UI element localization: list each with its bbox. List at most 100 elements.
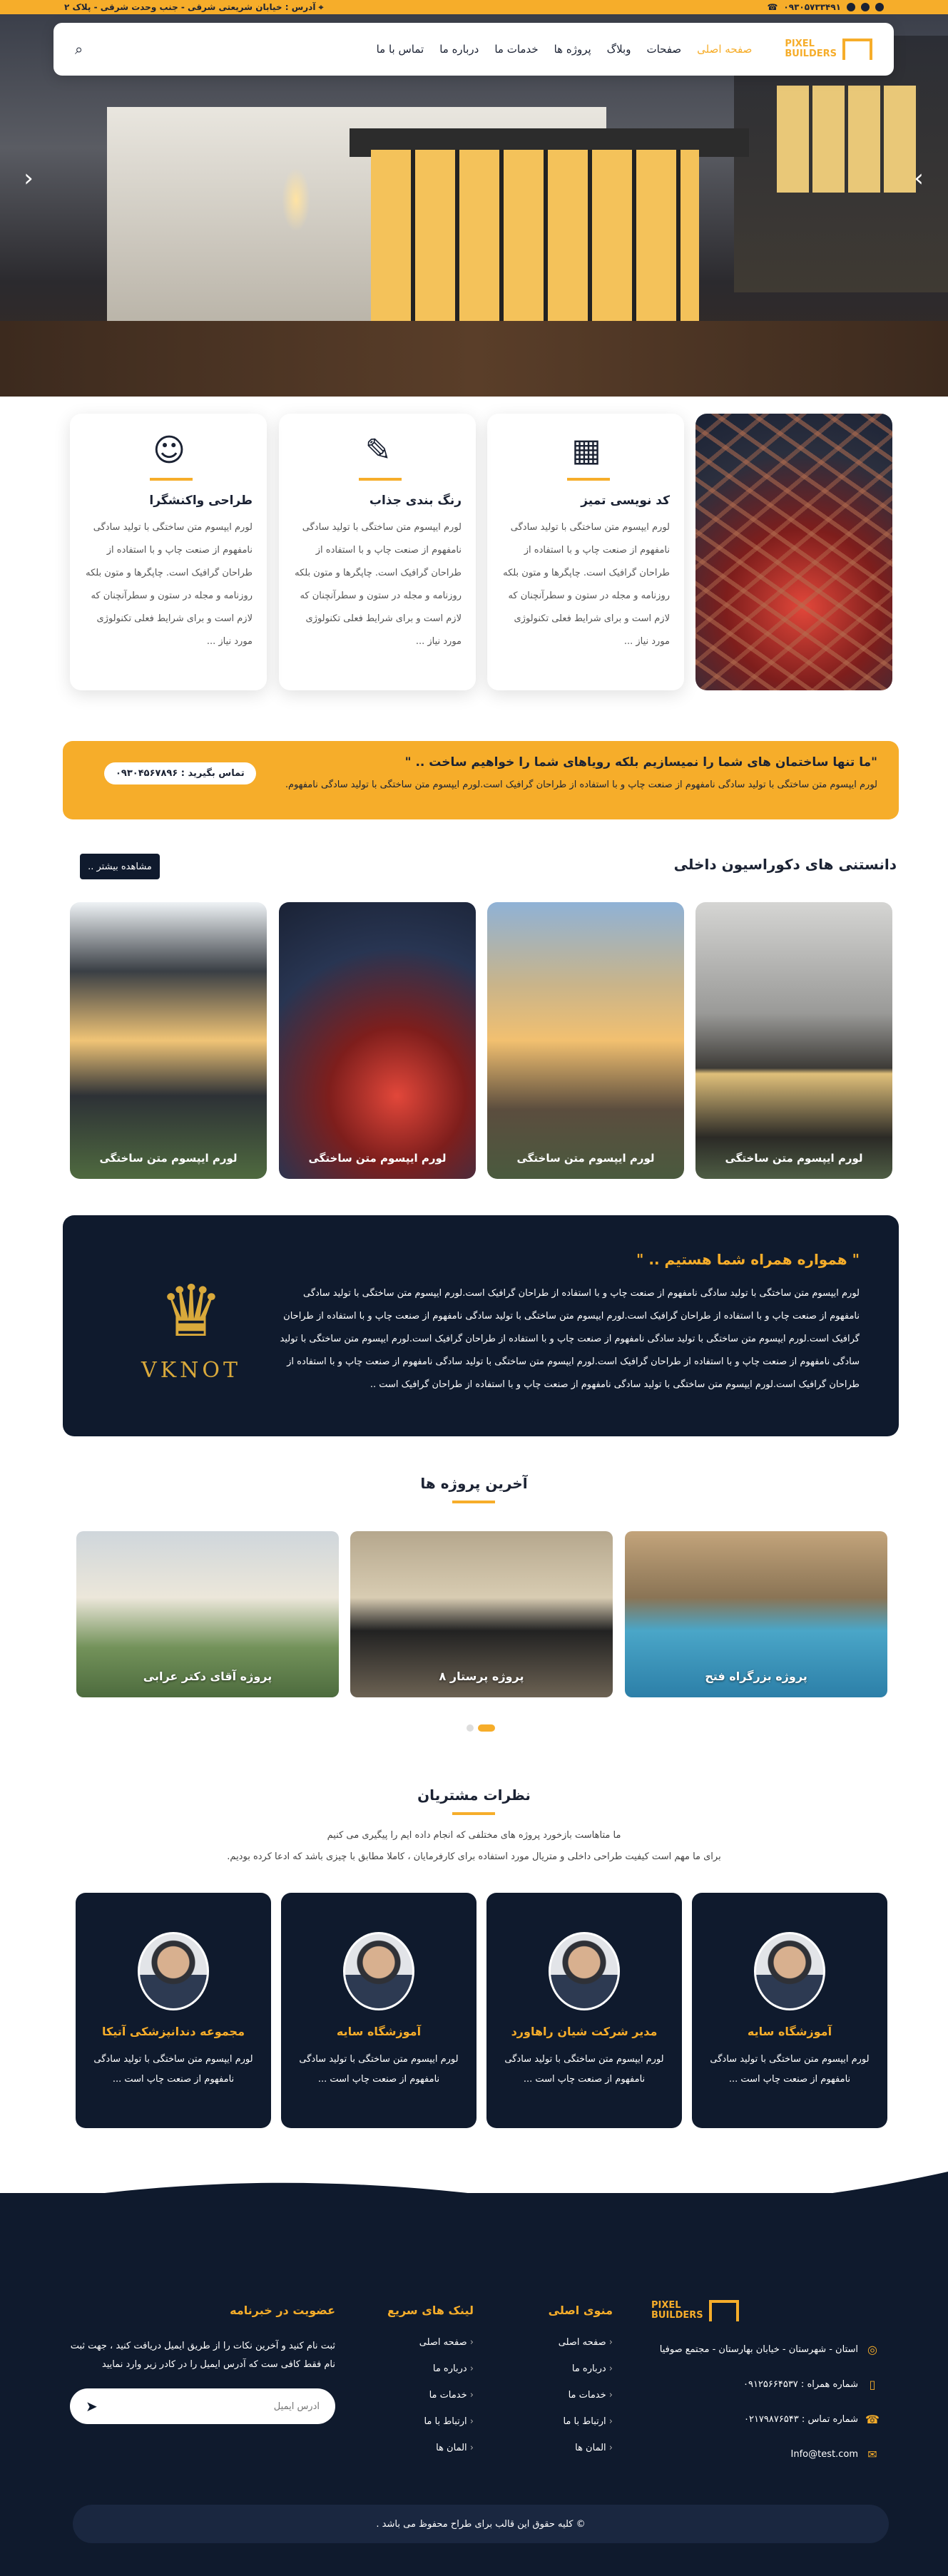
logo[interactable]: PIXEL BUILDERS [785, 39, 872, 60]
footer-link[interactable]: ارتباط با ما [499, 2416, 613, 2427]
accent-bar [452, 1812, 495, 1815]
gallery-card[interactable]: لورم ایپسوم متن ساختگی [279, 902, 476, 1179]
crest-icon: ♛ [159, 1269, 223, 1353]
testimonial-text: لورم ایپسوم متن ساختگی با تولید سادگی نا… [504, 2054, 664, 2085]
carousel-dot-active[interactable] [478, 1724, 495, 1732]
project-card[interactable]: پروژه بزرگراه فتح [625, 1531, 887, 1697]
vknot-logo: ♛ VKNOT [127, 1265, 255, 1386]
testimonial-name: آموزشگاه سایه [336, 2025, 422, 2038]
knowledge-title: دانستنی های دکوراسیون داخلی [673, 856, 897, 873]
nav-item-services[interactable]: خدمات ما [494, 43, 538, 56]
hero-prev-arrow-icon[interactable]: ‹ [14, 164, 43, 193]
logo-line1: PIXEL [651, 2300, 681, 2311]
cta-banner: "ما تنها ساختمان های شما را نمیسازیم بلک… [63, 741, 899, 819]
footer-link[interactable]: صفحه اصلی [499, 2337, 613, 2348]
testimonials-title: نظرات مشتریان [417, 1787, 531, 1804]
view-more-button[interactable]: مشاهده بیشتر .. [80, 854, 160, 879]
feature-title: طراحی واکنشگرا [149, 494, 253, 508]
hero-image-deck [0, 321, 948, 397]
gallery-caption: لورم ایپسوم متن ساختگی [516, 1152, 655, 1165]
newsletter-email-input[interactable] [97, 2401, 320, 2412]
footer-link[interactable]: المان ها [499, 2443, 613, 2453]
gallery-caption: لورم ایپسوم متن ساختگی [308, 1152, 447, 1165]
telegram-icon[interactable] [861, 3, 870, 11]
footer-email-text[interactable]: Info@test.com [791, 2449, 858, 2460]
feature-text: لورم ایپسوم متن ساختگی با تولید سادگی نا… [503, 522, 670, 647]
top-bar: ☎ ۰۹۳۰۵۷۳۳۴۹۱ ⌖ آدرس : خیابان شریعتی شرق… [0, 0, 948, 14]
paint-brush-icon: ✎ [365, 432, 392, 469]
footer-link[interactable]: صفحه اصلی [345, 2337, 474, 2348]
footer-address: ◎ استان - شهرستان - خیابان بهارستان - مجت… [651, 2343, 880, 2356]
footer-link[interactable]: ارتباط با ما [345, 2416, 474, 2427]
nav-item-home[interactable]: صفحه اصلی [697, 43, 752, 56]
accent-bar [150, 478, 193, 481]
project-caption: پروژه بزرگراه فتح [705, 1670, 807, 1683]
gallery-card[interactable]: لورم ایپسوم متن ساختگی [695, 902, 892, 1179]
avatar [754, 1932, 825, 2010]
feature-card: ☺ طراحی واکنشگرا لورم ایپسوم متن ساختگی … [70, 414, 267, 690]
gallery-card[interactable]: لورم ایپسوم متن ساختگی [70, 902, 267, 1179]
project-card[interactable]: پروژه آقای دکتر عرابی [76, 1531, 339, 1697]
footer-email: ✉ Info@test.com [651, 2448, 880, 2461]
gallery-caption: لورم ایپسوم متن ساختگی [725, 1152, 863, 1165]
whatsapp-icon[interactable] [875, 3, 884, 11]
phone-icon: ☎ [767, 2, 778, 12]
footer-link[interactable]: درباره ما [345, 2363, 474, 2374]
main-navbar: PIXEL BUILDERS صفحه اصلی صفحات وبلاگ پروژ… [53, 23, 894, 76]
footer-quick-title: لینک های سریع [387, 2304, 474, 2317]
footer-logo[interactable]: PIXEL BUILDERS [651, 2300, 880, 2321]
feature-image [695, 414, 892, 690]
testimonial-name: مدیر شرکت شیان راهاورد [511, 2025, 658, 2038]
testimonial-card: آموزشگاه سایه لورم ایپسوم متن ساختگی با … [281, 1893, 476, 2128]
testimonial-card: آموزشگاه سایه لورم ایپسوم متن ساختگی با … [692, 1893, 887, 2128]
search-icon[interactable]: ⌕ [75, 41, 83, 58]
hero-next-arrow-icon[interactable]: › [904, 164, 933, 193]
nav-item-about[interactable]: درباره ما [439, 43, 479, 56]
testimonial-card: مجموعه دندانپزشکی آتیکا لورم ایپسوم متن … [76, 1893, 271, 2128]
carousel-dots [467, 1724, 495, 1732]
project-card[interactable]: پروژه پرستار ۸ [350, 1531, 613, 1697]
hero-image-light [282, 168, 310, 232]
nav-item-contact[interactable]: تماس با ما [377, 43, 424, 56]
footer-link[interactable]: درباره ما [499, 2363, 613, 2374]
nav-item-blog[interactable]: وبلاگ [607, 43, 631, 56]
nav-menu: صفحه اصلی صفحات وبلاگ پروژه ها خدمات ما … [377, 43, 753, 56]
testimonial-text: لورم ایپسوم متن ساختگی با تولید سادگی نا… [710, 2054, 870, 2085]
footer-address-text: استان - شهرستان - خیابان بهارستان - مجتم… [659, 2344, 858, 2355]
logo-house-icon [708, 2300, 739, 2321]
call-button[interactable]: تماس بگیرید : ۰۹۳۰۴۵۶۷۸۹۶ [104, 762, 256, 784]
send-icon[interactable]: ➤ [86, 2398, 98, 2415]
nav-item-projects[interactable]: پروژه ها [554, 43, 591, 56]
carousel-dot[interactable] [467, 1724, 474, 1732]
footer-link[interactable]: خدمات ما [499, 2390, 613, 2401]
accent-bar [452, 1501, 495, 1503]
avatar [549, 1932, 620, 2010]
project-caption: پروژه آقای دکتر عرابی [143, 1670, 272, 1683]
copyright: © کلیه حقوق این قالب برای طراح محفوظ می … [73, 2505, 889, 2543]
avatar [138, 1932, 209, 2010]
hero-image-glass [371, 150, 699, 328]
logo-line1: PIXEL [785, 39, 815, 49]
testimonial-name: مجموعه دندانپزشکی آتیکا [102, 2025, 245, 2038]
vknot-wordmark: VKNOT [141, 1358, 241, 1383]
accent-bar [567, 478, 610, 481]
about-section: " همواره همراه شما هستیم .. " لورم ایپسو… [63, 1215, 899, 1436]
testimonial-text: لورم ایپسوم متن ساختگی با تولید سادگی نا… [299, 2054, 459, 2085]
phone-icon: ☎ [865, 2413, 880, 2426]
footer-link[interactable]: المان ها [345, 2443, 474, 2453]
topbar-contact: ☎ ۰۹۳۰۵۷۳۳۴۹۱ [767, 2, 884, 12]
hero-image-window [777, 86, 919, 193]
nav-item-pages[interactable]: صفحات [646, 43, 681, 56]
gallery-card[interactable]: لورم ایپسوم متن ساختگی [487, 902, 684, 1179]
newsletter-text: ثبت نام کنید و آخرین نکات را از طریق ایم… [70, 2341, 335, 2370]
feature-text: لورم ایپسوم متن ساختگی با تولید سادگی نا… [295, 522, 462, 647]
gallery-caption: لورم ایپسوم متن ساختگی [99, 1152, 238, 1165]
footer-phone-text: شماره تماس : ۰۲۱۷۹۸۷۶۵۴۳ [743, 2414, 858, 2425]
footer-link[interactable]: خدمات ما [345, 2390, 474, 2401]
logo-house-icon [842, 39, 872, 60]
footer-quick-links: لینک های سریع صفحه اصلی درباره ما خدمات … [345, 2304, 474, 2469]
feature-card: ▦ کد نویسی تمیز لورم ایپسوم متن ساختگی ب… [487, 414, 684, 690]
accent-bar [359, 478, 402, 481]
instagram-icon[interactable] [847, 3, 855, 11]
newsletter-form: ➤ [70, 2388, 335, 2424]
